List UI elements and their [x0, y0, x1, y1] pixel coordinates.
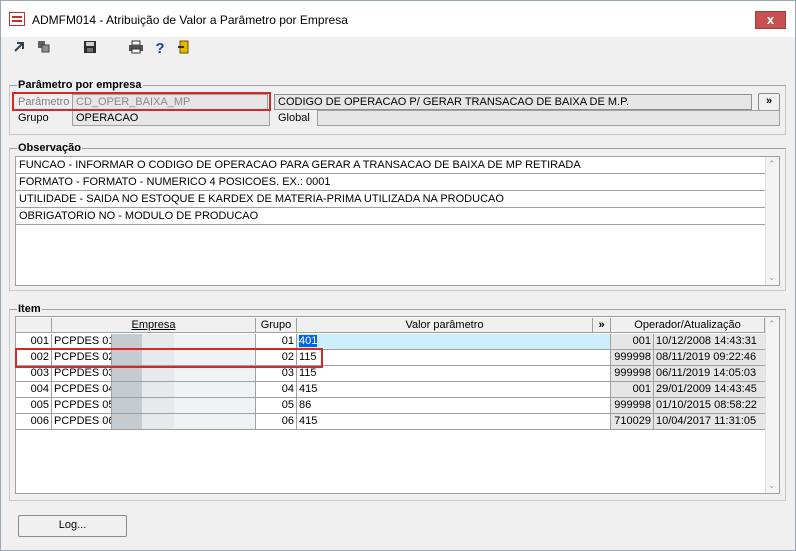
cell-atualizacao: 06/11/2019 14:05:03: [654, 366, 767, 382]
cell-grupo: 05: [256, 398, 297, 414]
cell-operador: 001: [611, 382, 654, 398]
parametro-section-title: Parâmetro por empresa: [17, 79, 143, 91]
cell-operador: 001: [611, 334, 654, 350]
exit-door-icon[interactable]: [175, 40, 193, 58]
cell-valor[interactable]: 401: [297, 334, 611, 350]
table-row[interactable]: 006 PCPDES 06 06 415 710029 10/04/2017 11:31:…: [16, 414, 767, 430]
app-icon: [9, 12, 25, 26]
cell-empresa-redacted: [112, 398, 256, 414]
close-button[interactable]: x: [755, 11, 786, 29]
column-header-empresa[interactable]: Empresa: [52, 318, 256, 333]
arrow-import-icon[interactable]: [11, 40, 29, 58]
cell-operador: 999998: [611, 366, 654, 382]
cell-empresa-redacted: [112, 366, 256, 382]
cell-empresa-redacted: [112, 414, 256, 430]
cell-empresa: PCPDES 03: [52, 366, 112, 382]
parametro-highlight-box: [12, 92, 271, 111]
scroll-down-icon[interactable]: ⌄: [768, 272, 776, 283]
cell-atualizacao: 10/12/2008 14:43:31: [654, 334, 767, 350]
window-title: ADMFM014 - Atribuição de Valor a Parâmet…: [32, 13, 348, 27]
grupo-field[interactable]: OPERACAO: [72, 110, 270, 126]
row-highlight-box: [15, 348, 323, 368]
item-table[interactable]: Empresa Grupo Valor parâmetro » Operador…: [15, 316, 780, 494]
cell-code: 006: [16, 414, 52, 430]
cell-valor[interactable]: 86: [297, 398, 611, 414]
print-icon[interactable]: [127, 40, 145, 58]
cell-atualizacao: 29/01/2009 14:43:45: [654, 382, 767, 398]
table-row[interactable]: 004 PCPDES 04 04 415 001 29/01/2009 14:43:45: [16, 382, 767, 398]
item-scrollbar[interactable]: ⌃ ⌄: [765, 317, 779, 493]
table-row[interactable]: 003 PCPDES 03 03 115 999998 06/11/2019 14:05:…: [16, 366, 767, 382]
observacao-line: FUNCAO - INFORMAR O CODIGO DE OPERACAO P…: [16, 157, 767, 174]
cell-grupo: 04: [256, 382, 297, 398]
help-icon[interactable]: ?: [151, 40, 169, 58]
cell-empresa-redacted: [112, 382, 256, 398]
cell-operador: 999998: [611, 398, 654, 414]
grupo-label: Grupo: [18, 112, 49, 124]
cell-grupo: 06: [256, 414, 297, 430]
item-section-title: Item: [17, 303, 42, 315]
table-row[interactable]: 005 PCPDES 05 05 86 999998 01/10/2015 08:58:2…: [16, 398, 767, 414]
cell-empresa: PCPDES 06: [52, 414, 112, 430]
observacao-line: OBRIGATORIO NO - MODULO DE PRODUCAO: [16, 208, 767, 225]
column-header-operador[interactable]: Operador/Atualização: [611, 318, 765, 333]
cell-atualizacao: 08/11/2019 09:22:46: [654, 350, 767, 366]
column-header-code: [16, 318, 52, 333]
selected-value-text[interactable]: 401: [299, 335, 318, 347]
cell-operador: 710029: [611, 414, 654, 430]
observacao-line: UTILIDADE - SAIDA NO ESTOQUE E KARDEX DE…: [16, 191, 767, 208]
column-header-expand-button[interactable]: »: [593, 318, 611, 333]
cell-atualizacao: 01/10/2015 08:58:22: [654, 398, 767, 414]
scroll-up-icon[interactable]: ⌃: [768, 159, 776, 170]
column-header-grupo[interactable]: Grupo: [256, 318, 297, 333]
cell-valor[interactable]: 415: [297, 414, 611, 430]
main-window: ADMFM014 - Atribuição de Valor a Parâmet…: [0, 0, 796, 551]
descricao-field[interactable]: CODIGO DE OPERACAO P/ GERAR TRANSACAO DE…: [274, 94, 752, 110]
observacao-section-title: Observação: [17, 142, 82, 154]
cell-valor[interactable]: 415: [297, 382, 611, 398]
cell-code: 005: [16, 398, 52, 414]
scroll-up-icon[interactable]: ⌃: [768, 319, 776, 330]
cell-grupo: 03: [256, 366, 297, 382]
observacao-line: FORMATO - FORMATO - NUMERICO 4 POSICOES.…: [16, 174, 767, 191]
cell-atualizacao: 10/04/2017 11:31:05: [654, 414, 767, 430]
cell-operador: 999998: [611, 350, 654, 366]
cell-valor[interactable]: 115: [297, 350, 611, 366]
cell-code: 003: [16, 366, 52, 382]
global-field[interactable]: [317, 110, 780, 126]
cell-code: 004: [16, 382, 52, 398]
cell-empresa: PCPDES 04: [52, 382, 112, 398]
column-header-valor[interactable]: Valor parâmetro: [297, 318, 593, 333]
scroll-down-icon[interactable]: ⌄: [768, 480, 776, 491]
cell-empresa: PCPDES 05: [52, 398, 112, 414]
copy-icon[interactable]: [35, 40, 53, 58]
toolbar: ?: [9, 39, 789, 61]
observacao-list[interactable]: FUNCAO - INFORMAR O CODIGO DE OPERACAO P…: [15, 156, 780, 286]
expand-descricao-button[interactable]: »: [758, 93, 780, 111]
observacao-scrollbar[interactable]: ⌃ ⌄: [765, 157, 779, 285]
cell-valor[interactable]: 115: [297, 366, 611, 382]
log-button[interactable]: Log...: [18, 515, 127, 537]
save-icon[interactable]: [81, 40, 99, 58]
global-label: Global: [278, 112, 310, 124]
title-bar[interactable]: ADMFM014 - Atribuição de Valor a Parâmet…: [1, 1, 795, 37]
